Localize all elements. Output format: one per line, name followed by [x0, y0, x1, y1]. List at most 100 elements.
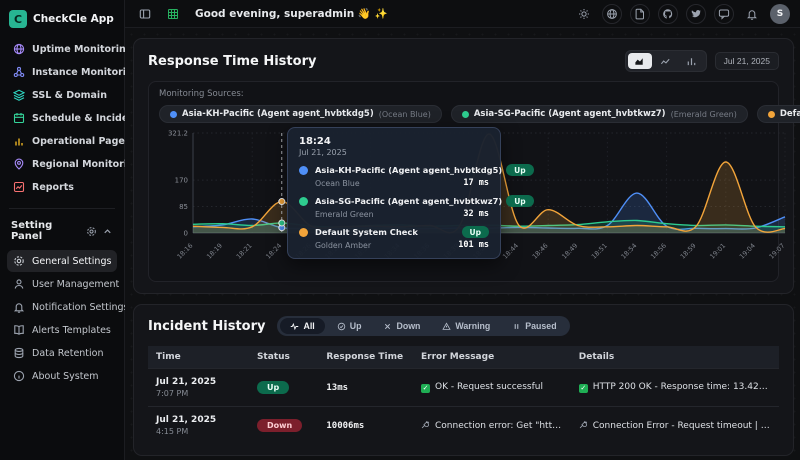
series-color-dot: [170, 111, 177, 118]
sidebar-divider: [9, 208, 115, 209]
bar-chart-icon: [13, 135, 25, 147]
legend-item-golden-amber[interactable]: Default System Check (Golden Amber): [757, 105, 800, 123]
series-color-dot: [299, 197, 308, 206]
topbar: Good evening, superadmin 👋 ✨ S: [125, 0, 800, 28]
theme-toggle-icon[interactable]: [574, 4, 594, 24]
content-area: Response Time History Jul 21, 2025 Monit…: [125, 28, 800, 460]
filter-down[interactable]: Down: [373, 318, 430, 334]
notifications-bell-icon[interactable]: [742, 4, 762, 24]
x-icon: [383, 322, 392, 331]
svg-text:85: 85: [179, 203, 188, 211]
sidebar-item-user-management[interactable]: User Management: [7, 273, 117, 295]
filter-up[interactable]: Up: [327, 318, 372, 334]
filter-all[interactable]: All: [280, 318, 324, 334]
docs-file-icon[interactable]: [630, 4, 650, 24]
app-logo-icon: C: [9, 10, 27, 28]
check-icon: ✓: [421, 384, 430, 393]
language-globe-icon[interactable]: [602, 4, 622, 24]
app-logo-row[interactable]: C CheckCle App: [7, 8, 117, 38]
sidebar-item-label: About System: [32, 371, 99, 382]
response-time-card: Response Time History Jul 21, 2025 Monit…: [133, 38, 794, 294]
incident-row[interactable]: Jul 21, 20257:07 PM Up 13ms ✓OK - Reques…: [148, 369, 779, 407]
sidebar-item-label: Notification Settings: [32, 302, 129, 313]
settings-panel-header[interactable]: Setting Panel: [7, 217, 117, 250]
svg-text:18:16: 18:16: [176, 242, 195, 261]
svg-text:19:07: 19:07: [768, 242, 787, 261]
apps-grid-icon[interactable]: [163, 4, 183, 24]
gear-icon: [13, 255, 25, 267]
sidebar-item-about-system[interactable]: About System: [7, 365, 117, 387]
series-color-dot: [299, 228, 308, 237]
sidebar-toggle-icon[interactable]: [135, 4, 155, 24]
sidebar-item-reports[interactable]: Reports: [7, 176, 117, 198]
legend-item-ocean-blue[interactable]: Asia-KH-Pacific (Agent agent_hvbtkdg5) (…: [159, 105, 442, 123]
incident-row[interactable]: Jul 21, 20254:15 PM Down 10006ms Connect…: [148, 407, 779, 445]
sidebar-item-label: Alerts Templates: [32, 325, 111, 336]
tooltip-row: Default System CheckUp Golden Amber101 m…: [299, 226, 489, 250]
monitoring-sources-legend: Asia-KH-Pacific (Agent agent_hvbtkdg5) (…: [159, 105, 768, 123]
sidebar-item-label: Schedule & Incident: [32, 113, 140, 124]
checkcle-app: C CheckCle App Uptime Monitoring Instanc…: [0, 0, 800, 460]
greeting-text: Good evening, superadmin 👋 ✨: [195, 7, 388, 20]
chart-tooltip: 18:24 Jul 21, 2025 Asia-KH-Pacific (Agen…: [287, 127, 501, 259]
user-avatar[interactable]: S: [770, 4, 790, 24]
sidebar-item-notification-settings[interactable]: Notification Settings: [7, 296, 117, 318]
plug-icon: [579, 420, 588, 429]
incident-filters: All Up Down Warning Paused: [277, 316, 569, 336]
incident-history-title: Incident History: [148, 319, 265, 334]
response-time-chart[interactable]: 085170321.218:1618:1918:2118:2418:2618:2…: [159, 127, 768, 279]
area-chart-view-button[interactable]: [628, 53, 652, 69]
svg-text:18:24: 18:24: [264, 242, 283, 261]
monitoring-sources-label: Monitoring Sources:: [159, 89, 768, 99]
bell-icon: [13, 301, 25, 313]
incident-table: Time Status Response Time Error Message …: [148, 346, 779, 444]
sidebar-item-general-settings[interactable]: General Settings: [7, 250, 117, 272]
svg-text:18:46: 18:46: [531, 242, 550, 261]
chart-view-switcher: [625, 50, 707, 72]
sidebar-item-schedule-incident[interactable]: Schedule & Incident: [7, 107, 117, 129]
sidebar-item-instance-monitoring[interactable]: Instance Monitoring: [7, 61, 117, 83]
sidebar-item-uptime-monitoring[interactable]: Uptime Monitoring: [7, 38, 117, 60]
check-icon: ✓: [579, 384, 588, 393]
series-color-dot: [462, 111, 469, 118]
tooltip-date: Jul 21, 2025: [299, 148, 489, 157]
svg-text:18:54: 18:54: [620, 242, 639, 261]
pulse-icon: [290, 322, 299, 331]
twitter-icon[interactable]: [686, 4, 706, 24]
incident-history-card: Incident History All Up Down: [133, 304, 794, 456]
plug-icon: [421, 420, 430, 429]
chevron-up-icon[interactable]: [102, 222, 113, 241]
date-picker[interactable]: Jul 21, 2025: [715, 52, 779, 70]
sidebar-item-data-retention[interactable]: Data Retention: [7, 342, 117, 364]
status-badge: Up: [506, 164, 533, 176]
svg-text:18:44: 18:44: [501, 242, 520, 261]
filter-paused[interactable]: Paused: [502, 318, 566, 334]
github-icon[interactable]: [658, 4, 678, 24]
settings-panel-label: Setting Panel: [11, 220, 86, 242]
sidebar-item-alerts-templates[interactable]: Alerts Templates: [7, 319, 117, 341]
sidebar-item-label: User Management: [32, 279, 119, 290]
chat-icon[interactable]: [714, 4, 734, 24]
layers-icon: [13, 89, 25, 101]
incident-table-header: Time Status Response Time Error Message …: [148, 346, 779, 369]
svg-text:18:21: 18:21: [235, 242, 254, 261]
filter-warning[interactable]: Warning: [432, 318, 500, 334]
svg-text:18:59: 18:59: [679, 242, 698, 261]
line-chart-view-button[interactable]: [654, 53, 678, 69]
sidebar-item-label: Operational Page: [32, 136, 125, 147]
database-icon: [13, 347, 25, 359]
sidebar-item-ssl-domain[interactable]: SSL & Domain: [7, 84, 117, 106]
tooltip-row: Asia-KH-Pacific (Agent agent_hvbtkdg5)Up…: [299, 164, 489, 188]
app-name: CheckCle App: [33, 13, 114, 25]
svg-text:170: 170: [175, 177, 188, 185]
legend-item-emerald-green[interactable]: Asia-SG-Pacific (Agent agent_hvbtkwz7) (…: [451, 105, 748, 123]
gear-icon: [86, 222, 97, 241]
svg-text:18:56: 18:56: [649, 242, 668, 261]
user-icon: [13, 278, 25, 290]
sidebar-item-regional-monitoring[interactable]: Regional Monitoring: [7, 153, 117, 175]
globe-icon: [13, 43, 25, 55]
svg-text:18:19: 18:19: [205, 242, 224, 261]
sidebar-item-operational-page[interactable]: Operational Page: [7, 130, 117, 152]
sidebar-item-label: Instance Monitoring: [32, 67, 140, 78]
bar-chart-view-button[interactable]: [680, 53, 704, 69]
